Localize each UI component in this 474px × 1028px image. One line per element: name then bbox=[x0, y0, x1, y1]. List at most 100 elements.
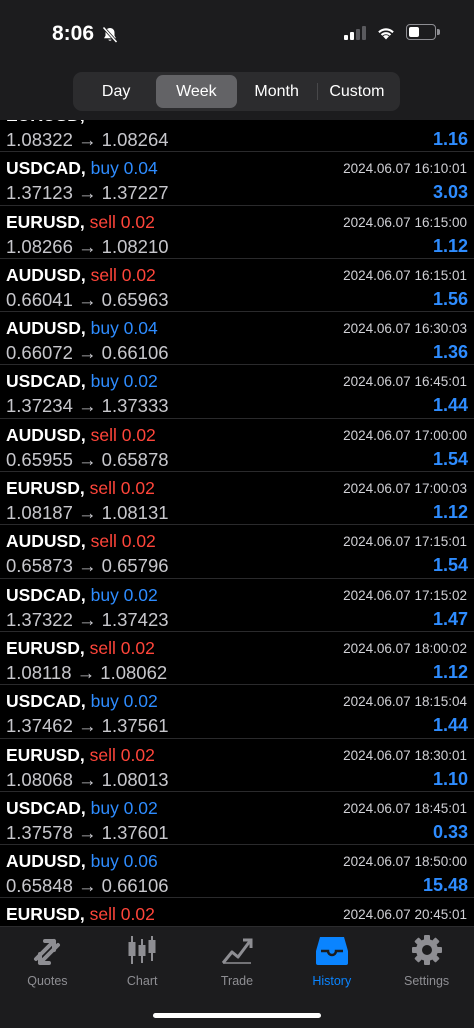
deal-prices: 1.37123 → 1.37227 bbox=[6, 182, 169, 204]
deal-symbol: USDCAD, buy 0.02 bbox=[6, 798, 158, 819]
deal-time: 2024.06.07 18:30:01 bbox=[343, 747, 467, 763]
deal-symbol: USDCAD, buy 0.02 bbox=[6, 691, 158, 712]
history-row[interactable]: USDCAD, buy 0.02 1.37322 → 1.37423 2024.06… bbox=[0, 579, 474, 632]
history-row[interactable]: EURUSD, sell 0.02 1.08266 → 1.08210 2024.0… bbox=[0, 206, 474, 259]
history-row[interactable]: USDCAD, buy 0.02 1.37234 → 1.37333 2024.06… bbox=[0, 365, 474, 419]
deal-time: 2024.06.07 16:15:01 bbox=[343, 267, 467, 283]
cellular-signal-icon bbox=[344, 24, 366, 40]
deal-prices: 1.37578 → 1.37601 bbox=[6, 821, 169, 843]
history-row[interactable]: AUDUSD, buy 0.04 0.66072 → 0.66106 2024.06… bbox=[0, 312, 474, 366]
deal-symbol-name: USDCAD, bbox=[6, 584, 86, 605]
deal-symbol: EURUSD, sell 0.02 bbox=[6, 638, 155, 659]
header: Day Week Month Custom bbox=[0, 70, 474, 120]
deal-prices: 0.65873 → 0.65796 bbox=[6, 555, 169, 577]
deal-profit: 1.47 bbox=[432, 608, 468, 629]
deal-symbol-name: EURUSD, bbox=[6, 211, 85, 232]
candlestick-chart-icon bbox=[128, 936, 156, 964]
deal-symbol: USDCAD, buy 0.02 bbox=[6, 585, 158, 606]
deal-prices: 0.65848 → 0.66106 bbox=[6, 875, 169, 897]
tab-history[interactable]: History bbox=[284, 933, 379, 988]
deal-profit: 1.10 bbox=[432, 768, 468, 789]
deal-side-volume: sell 0.02 bbox=[90, 424, 156, 445]
deal-symbol-name: EURUSD, bbox=[6, 904, 85, 925]
history-row[interactable]: USDCAD, buy 0.02 1.37578 → 1.37601 2024.06… bbox=[0, 792, 474, 846]
history-row[interactable]: AUDUSD, sell 0.02 0.65955 → 0.65878 2024.0… bbox=[0, 419, 474, 473]
deal-symbol-name: USDCAD, bbox=[6, 158, 86, 179]
deal-time: 2024.06.07 20:45:01 bbox=[343, 907, 467, 923]
deal-side-volume: buy 0.02 bbox=[90, 797, 158, 818]
deal-side-volume: sell 0.02 bbox=[89, 744, 155, 765]
deal-prices: 1.08187 → 1.08131 bbox=[6, 502, 169, 524]
tab-quotes[interactable]: Quotes bbox=[0, 933, 95, 988]
battery-icon bbox=[406, 24, 440, 40]
history-row[interactable]: EURUSD, sell 0.02 1.08068 → 1.08013 2024.0… bbox=[0, 739, 474, 792]
period-segmented-control: Day Week Month Custom bbox=[73, 72, 400, 111]
deal-prices: 1.08068 → 1.08013 bbox=[6, 768, 169, 790]
deal-time: 2024.06.07 18:45:01 bbox=[343, 800, 467, 816]
tab-trade-label: Trade bbox=[220, 974, 254, 988]
tab-settings[interactable]: Settings bbox=[379, 933, 474, 988]
deal-symbol-name: EURUSD, bbox=[6, 120, 85, 125]
history-row[interactable]: USDCAD, buy 0.04 1.37123 → 1.37227 2024.06… bbox=[0, 152, 474, 206]
deal-side-volume: buy 0.02 bbox=[90, 584, 158, 605]
deal-symbol-name: AUDUSD, bbox=[6, 851, 86, 872]
history-list[interactable]: EURUSD, 1.08322 → 1.08264 1.16 USDCAD, buy… bbox=[0, 120, 474, 926]
bell-slash-icon bbox=[101, 26, 119, 49]
status-time: 8:06 bbox=[52, 22, 95, 45]
deal-symbol: EURUSD, bbox=[6, 120, 85, 126]
deal-prices: 1.08266 → 1.08210 bbox=[6, 235, 169, 257]
deal-prices: 1.08322 → 1.08264 bbox=[6, 129, 169, 150]
deal-side-volume: buy 0.04 bbox=[90, 318, 158, 339]
deal-symbol: AUDUSD, buy 0.06 bbox=[6, 851, 158, 872]
deal-symbol-name: EURUSD, bbox=[6, 637, 85, 658]
history-row[interactable]: EURUSD, sell 0.02 2024.06.07 20:45:01 bbox=[0, 898, 474, 926]
deal-symbol-name: EURUSD, bbox=[6, 744, 85, 765]
deal-prices: 1.37234 → 1.37333 bbox=[6, 395, 169, 417]
status-bar: 8:06 bbox=[0, 0, 474, 70]
segment-week[interactable]: Week bbox=[156, 75, 237, 108]
tab-trade[interactable]: Trade bbox=[190, 933, 285, 988]
deal-profit: 1.12 bbox=[432, 502, 468, 523]
deal-symbol: EURUSD, sell 0.02 bbox=[6, 212, 155, 233]
deal-side-volume: sell 0.02 bbox=[89, 211, 155, 232]
history-row[interactable]: AUDUSD, buy 0.06 0.65848 → 0.66106 2024.06… bbox=[0, 845, 474, 899]
history-row[interactable]: AUDUSD, sell 0.02 0.65873 → 0.65796 2024.0… bbox=[0, 525, 474, 579]
deal-profit: 15.48 bbox=[422, 875, 468, 896]
deal-symbol: AUDUSD, sell 0.02 bbox=[6, 265, 156, 286]
wifi-icon bbox=[378, 27, 394, 39]
deal-side-volume: buy 0.02 bbox=[90, 691, 158, 712]
deal-prices: 0.65955 → 0.65878 bbox=[6, 448, 169, 470]
history-row[interactable]: AUDUSD, sell 0.02 0.66041 → 0.65963 2024.0… bbox=[0, 259, 474, 313]
segment-custom[interactable]: Custom bbox=[316, 75, 397, 108]
segment-month[interactable]: Month bbox=[237, 75, 317, 108]
deal-symbol-name: USDCAD, bbox=[6, 797, 86, 818]
history-row[interactable]: USDCAD, buy 0.02 1.37462 → 1.37561 2024.06… bbox=[0, 685, 474, 739]
tab-chart[interactable]: Chart bbox=[95, 933, 190, 988]
deal-side-volume: buy 0.04 bbox=[90, 158, 158, 179]
history-row[interactable]: EURUSD, 1.08322 → 1.08264 1.16 bbox=[0, 120, 474, 153]
deal-profit: 3.03 bbox=[432, 182, 468, 203]
history-row[interactable]: EURUSD, sell 0.02 1.08118 → 1.08062 2024.0… bbox=[0, 632, 474, 686]
deal-profit: 1.16 bbox=[432, 129, 468, 149]
deal-time: 2024.06.07 16:30:03 bbox=[343, 321, 467, 337]
deal-profit: 1.12 bbox=[432, 235, 468, 256]
tab-chart-label: Chart bbox=[126, 974, 158, 988]
gear-icon bbox=[411, 935, 442, 965]
segment-day[interactable]: Day bbox=[76, 75, 156, 108]
deal-profit: 1.44 bbox=[432, 395, 468, 416]
deal-symbol-name: AUDUSD, bbox=[6, 318, 86, 339]
deal-profit: 1.56 bbox=[432, 288, 468, 309]
deal-time: 2024.06.07 16:10:01 bbox=[343, 161, 467, 177]
deal-time: 2024.06.07 17:15:01 bbox=[343, 534, 467, 550]
deal-profit: 0.33 bbox=[432, 821, 468, 842]
deal-profit: 1.12 bbox=[432, 661, 468, 682]
deal-prices: 1.08118 → 1.08062 bbox=[6, 661, 168, 683]
home-indicator bbox=[153, 1013, 321, 1018]
deal-profit: 1.54 bbox=[432, 448, 468, 469]
deal-symbol: USDCAD, buy 0.02 bbox=[6, 371, 158, 392]
deal-symbol: EURUSD, sell 0.02 bbox=[6, 745, 155, 766]
deal-symbol-name: AUDUSD, bbox=[6, 531, 86, 552]
deal-side-volume: buy 0.06 bbox=[90, 851, 158, 872]
deal-prices: 0.66041 → 0.65963 bbox=[6, 288, 169, 310]
history-row[interactable]: EURUSD, sell 0.02 1.08187 → 1.08131 2024.0… bbox=[0, 472, 474, 526]
